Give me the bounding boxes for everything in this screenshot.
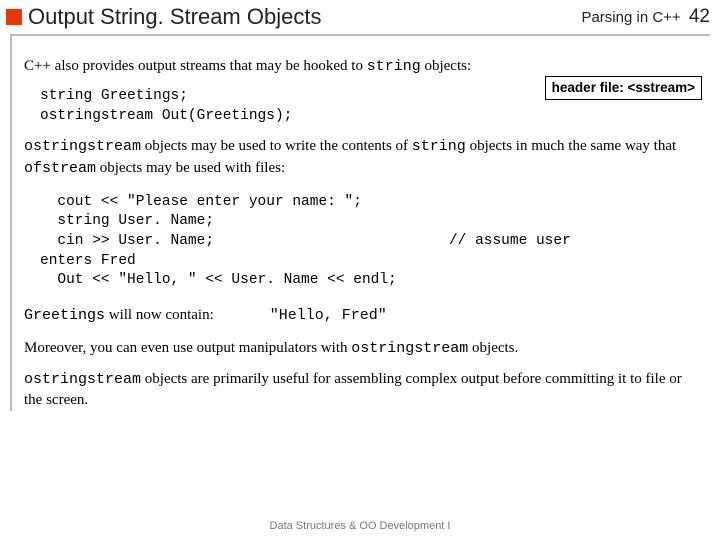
example-code: cout << "Please enter your name: "; stri… xyxy=(40,193,702,291)
p3-text1: Moreover, you can even use output manipu… xyxy=(24,340,351,356)
course-name: Parsing in C++ xyxy=(581,9,680,26)
greetings-var: Greetings xyxy=(24,307,105,324)
p2-text3: objects may be used with files: xyxy=(96,160,285,176)
summary-paragraph: ostringstream objects are primarily usef… xyxy=(24,369,702,411)
p2-text1: objects may be used to write the content… xyxy=(141,138,412,154)
intro-text-pre: C++ also provides output streams that ma… xyxy=(24,58,367,74)
header-right: Parsing in C++ 42 xyxy=(581,6,710,28)
result-line: Greetings will now contain: "Hello, Fred… xyxy=(24,305,702,326)
manipulators-paragraph: Moreover, you can even use output manipu… xyxy=(24,338,702,359)
title-group: Output String. Stream Objects xyxy=(6,4,321,30)
page-number: 42 xyxy=(689,6,710,27)
p2-code3: ofstream xyxy=(24,160,96,177)
p3-code1: ostringstream xyxy=(351,340,468,357)
p2-code2: string xyxy=(412,138,466,155)
slide-title: Output String. Stream Objects xyxy=(28,4,321,30)
intro-paragraph: C++ also provides output streams that ma… xyxy=(24,56,702,77)
intro-code: string xyxy=(367,58,421,75)
slide-header: Output String. Stream Objects Parsing in… xyxy=(0,0,720,32)
p2-text2: objects in much the same way that xyxy=(466,138,676,154)
usage-paragraph: ostringstream objects may be used to wri… xyxy=(24,136,702,179)
result-label: Greetings will now contain: xyxy=(24,305,214,326)
p4-code1: ostringstream xyxy=(24,371,141,388)
p2-code1: ostringstream xyxy=(24,138,141,155)
result-value: "Hello, Fred" xyxy=(270,306,387,326)
p3-text2: objects. xyxy=(468,340,518,356)
slide-footer: Data Structures & OO Development I xyxy=(0,520,720,532)
header-file-box: header file: <sstream> xyxy=(545,76,702,100)
slide-body: C++ also provides output streams that ma… xyxy=(10,36,710,411)
bullet-icon xyxy=(6,9,22,25)
result-text: will now contain: xyxy=(105,307,214,323)
intro-text-post: objects: xyxy=(421,58,471,74)
